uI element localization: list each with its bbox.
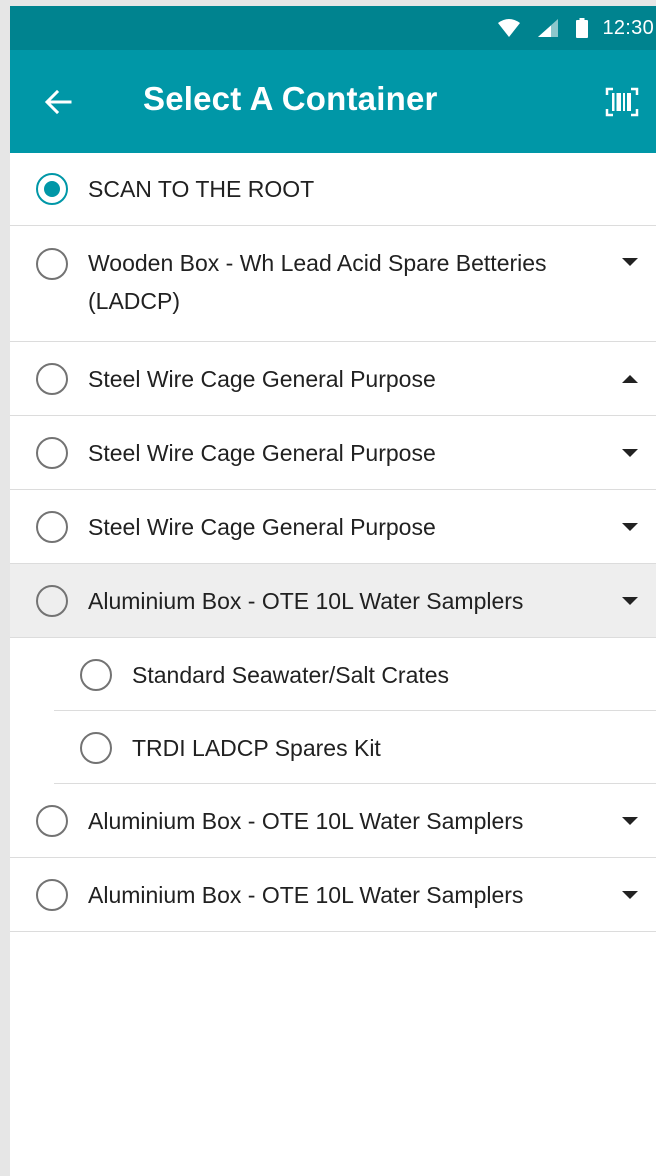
arrow-back-icon[interactable]: [40, 84, 76, 120]
item-label: Standard Seawater/Salt Crates: [132, 662, 450, 688]
radio-unchecked[interactable]: [36, 511, 68, 543]
container-list-item[interactable]: Steel Wire Cage General Purpose: [10, 490, 656, 564]
radio-unchecked[interactable]: [36, 363, 68, 395]
container-list-item[interactable]: Aluminium Box - OTE 10L Water Samplers: [10, 564, 656, 638]
status-time: 12:30: [602, 16, 654, 39]
item-label: Steel Wire Cage General Purpose: [88, 440, 436, 466]
caret-down-icon[interactable]: [620, 885, 640, 905]
caret-down-icon[interactable]: [620, 443, 640, 463]
app-screen: 12:30 Select A Container SCAN TO THE ROO…: [10, 6, 656, 1176]
container-list-item[interactable]: Steel Wire Cage General Purpose: [10, 342, 656, 416]
caret-down-icon[interactable]: [620, 591, 640, 611]
item-label: Steel Wire Cage General Purpose: [88, 366, 436, 392]
radio-unchecked[interactable]: [80, 732, 112, 764]
radio-unchecked[interactable]: [36, 879, 68, 911]
item-label: Steel Wire Cage General Purpose: [88, 514, 436, 540]
battery-icon: [576, 18, 589, 38]
signal-icon: [538, 19, 559, 37]
item-label: Aluminium Box - OTE 10L Water Samplers: [88, 808, 524, 834]
radio-unchecked[interactable]: [36, 248, 68, 280]
radio-unchecked[interactable]: [36, 585, 68, 617]
item-label: Aluminium Box - OTE 10L Water Samplers: [88, 882, 524, 908]
page-title: Select A Container: [143, 80, 438, 117]
app-bar: Select A Container: [10, 50, 656, 153]
container-child-item[interactable]: Standard Seawater/Salt Crates: [10, 638, 656, 711]
container-list-item[interactable]: SCAN TO THE ROOT: [10, 153, 656, 226]
container-child-item[interactable]: TRDI LADCP Spares Kit: [10, 711, 656, 784]
item-label: Wooden Box - Wh Lead Acid Spare Betterie…: [88, 250, 547, 314]
status-bar: 12:30: [10, 6, 656, 50]
radio-unchecked[interactable]: [80, 659, 112, 691]
caret-down-icon[interactable]: [620, 252, 640, 272]
container-list-item[interactable]: Steel Wire Cage General Purpose: [10, 416, 656, 490]
item-label: SCAN TO THE ROOT: [88, 176, 315, 202]
caret-down-icon[interactable]: [620, 517, 640, 537]
caret-up-icon[interactable]: [620, 369, 640, 389]
wifi-icon: [498, 19, 521, 37]
item-label: Aluminium Box - OTE 10L Water Samplers: [88, 588, 524, 614]
barcode-scan-icon[interactable]: [600, 83, 644, 121]
caret-down-icon[interactable]: [620, 811, 640, 831]
container-list-item[interactable]: Aluminium Box - OTE 10L Water Samplers: [10, 858, 656, 932]
radio-unchecked[interactable]: [36, 437, 68, 469]
radio-unchecked[interactable]: [36, 805, 68, 837]
container-list: SCAN TO THE ROOT Wooden Box - Wh Lead Aci…: [10, 153, 656, 932]
container-list-item[interactable]: Wooden Box - Wh Lead Acid Spare Betterie…: [10, 226, 656, 342]
radio-checked[interactable]: [36, 173, 68, 205]
item-label: TRDI LADCP Spares Kit: [132, 735, 381, 761]
container-list-item[interactable]: Aluminium Box - OTE 10L Water Samplers: [10, 784, 656, 858]
